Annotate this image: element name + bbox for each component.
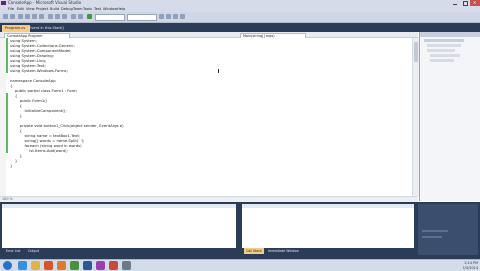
cut-icon[interactable] [48,14,53,19]
property-row [422,230,448,232]
start-button-icon[interactable] [3,261,12,270]
clock-date: 1/5/2014 [462,265,478,270]
document-tab-strip: Program.cs Event in this.Start() [0,23,480,32]
scrollbar-thumb[interactable] [414,42,418,62]
right-pane-tabs: Call Stack Immediate Window [240,248,416,254]
app-icon[interactable] [122,261,131,270]
powerpoint-icon[interactable] [109,261,118,270]
solution-explorer-icon[interactable] [166,14,171,19]
platform-select[interactable] [127,14,157,21]
file-explorer-icon[interactable] [31,261,40,270]
word-icon[interactable] [83,261,92,270]
editor-vertical-scrollbar[interactable] [412,38,419,196]
error-list-pane[interactable] [2,204,236,248]
forward-icon[interactable] [10,14,15,19]
tree-item[interactable] [424,39,464,42]
code-line: } [10,113,23,118]
change-marker [6,38,8,73]
pane-header [242,204,414,208]
media-player-icon[interactable] [44,261,53,270]
configuration-select[interactable] [95,14,125,21]
new-project-icon[interactable] [18,14,23,19]
tab-call-stack[interactable]: Call Stack [244,248,264,254]
tree-item[interactable] [427,49,455,52]
code-line: namespace ConsoleApp [10,78,56,83]
text-cursor [218,69,219,73]
minimize-icon [453,4,457,5]
solution-explorer-header [420,32,480,37]
paste-icon[interactable] [62,14,67,19]
find-icon[interactable] [159,14,164,19]
tab-output[interactable]: Output [26,248,41,254]
properties-pane [418,204,478,258]
undo-icon[interactable] [71,14,76,19]
tab-event-start[interactable]: Event in this.Start() [26,25,64,32]
tab-error-list[interactable]: Error List [4,248,22,254]
bottom-tool-area: Error List Output Call Stack Immediate W… [0,202,480,258]
toolbox-icon[interactable] [180,14,185,19]
code-editor[interactable]: using System; using System.Collections.G… [0,38,412,196]
redo-icon[interactable] [78,14,83,19]
save-icon[interactable] [32,14,37,19]
change-marker [6,93,8,153]
call-stack-pane[interactable] [242,204,414,248]
code-line: } [10,163,13,168]
firefox-icon[interactable] [57,261,66,270]
internet-explorer-icon[interactable] [18,261,27,270]
copy-icon[interactable] [55,14,60,19]
tree-item[interactable] [427,44,461,47]
change-tracking-bar [6,38,8,196]
system-clock[interactable]: 2:14 PM 1/5/2014 [448,261,478,270]
back-icon[interactable] [3,14,8,19]
vs-logo-icon [1,1,6,5]
visual-studio-taskbar-icon[interactable] [96,261,105,270]
property-row [422,236,442,238]
save-all-icon[interactable] [39,14,44,19]
start-debug-icon[interactable] [87,14,92,19]
toolbar [0,12,480,23]
open-file-icon[interactable] [25,14,30,19]
code-line: using System.Windows.Forms; [10,68,68,73]
code-line: public partial class Form1 : Form [10,88,77,93]
tree-item[interactable] [430,54,460,57]
pane-header [2,204,236,208]
chrome-icon[interactable] [70,261,79,270]
windows-taskbar: 2:14 PM 1/5/2014 [0,259,480,271]
tab-immediate-window[interactable]: Immediate Window [266,248,301,254]
tree-item[interactable] [430,59,454,62]
solution-explorer-panel [419,32,480,201]
properties-icon[interactable] [173,14,178,19]
code-line: private void button1_Click(object sender… [10,123,124,128]
